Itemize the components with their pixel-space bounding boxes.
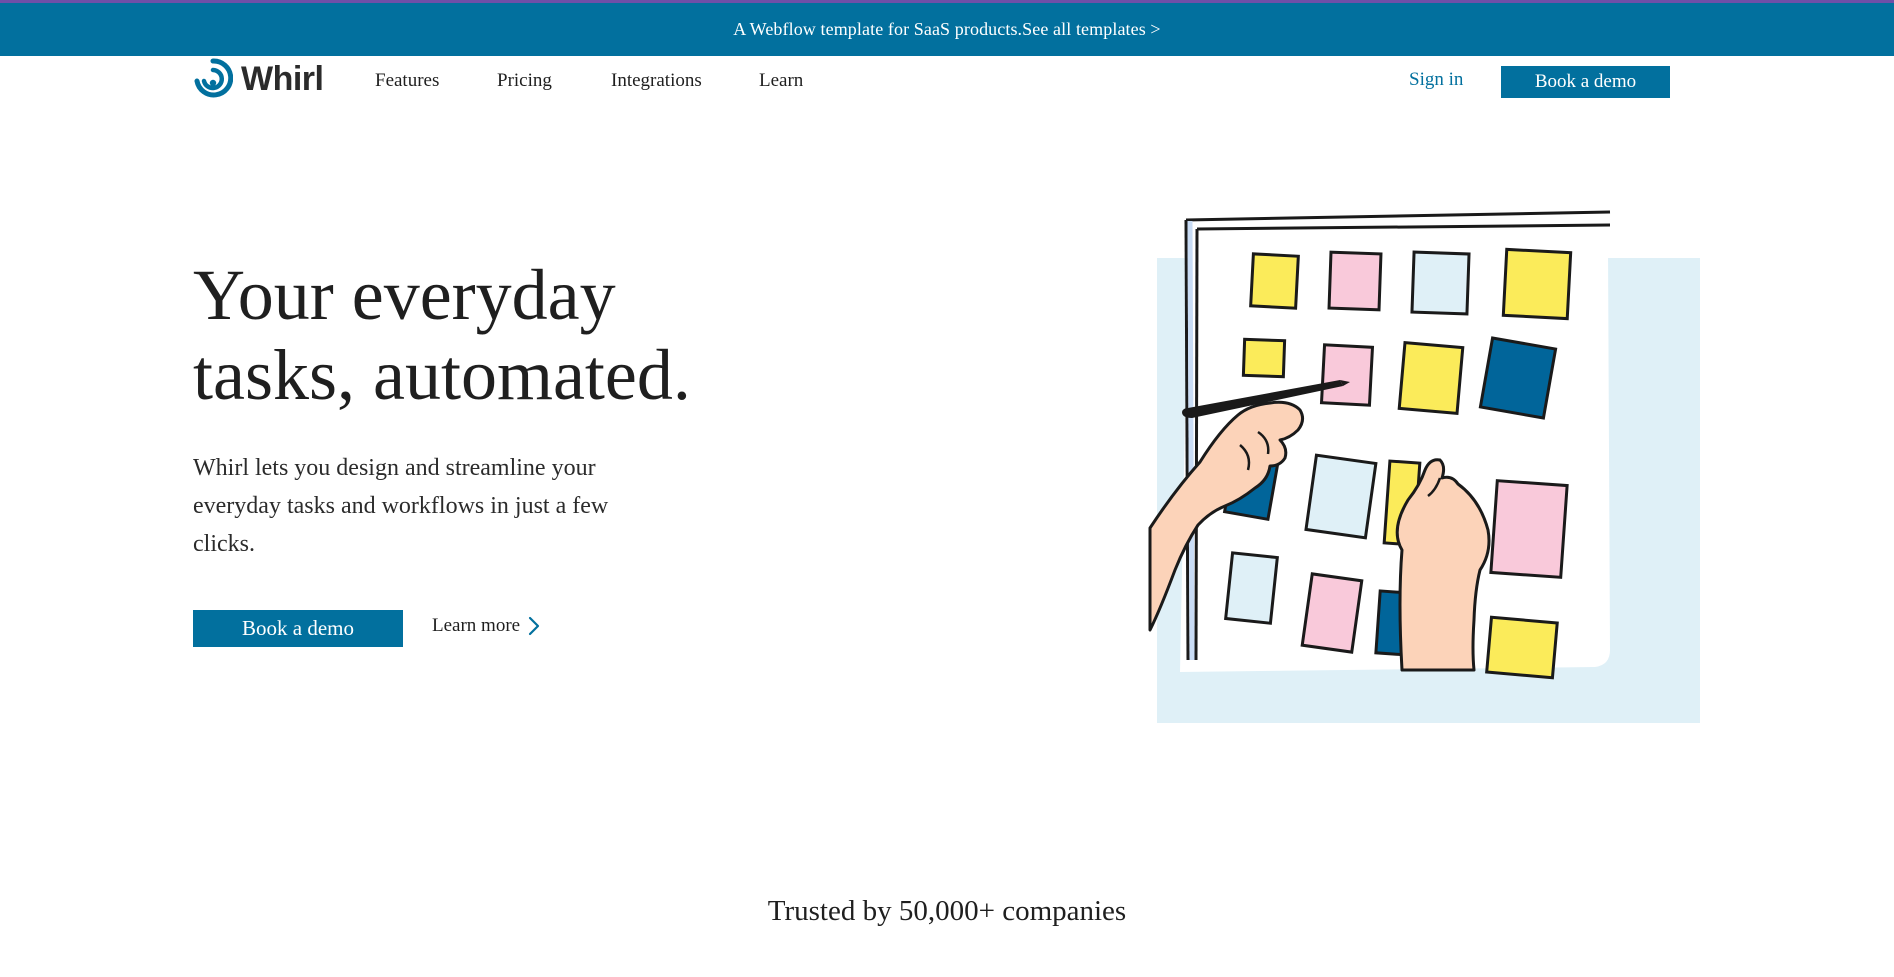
sticky-note xyxy=(1397,340,1465,416)
nav-book-demo-button[interactable]: Book a demo xyxy=(1501,66,1670,98)
sticky-note xyxy=(1224,551,1279,625)
hero-title-line-1: Your everyday xyxy=(193,255,616,335)
trusted-by-heading: Trusted by 50,000+ companies xyxy=(767,895,1127,927)
brand-logo[interactable]: Whirl xyxy=(193,56,324,102)
brand-name: Whirl xyxy=(241,59,324,98)
main-nav: Whirl Features Pricing Integrations Lear… xyxy=(0,56,1894,106)
sticky-note xyxy=(1319,343,1375,407)
nav-link-features[interactable]: Features xyxy=(375,70,439,92)
sticky-note xyxy=(1410,250,1471,316)
announcement-bar: A Webflow template for SaaS products. See… xyxy=(0,0,1894,56)
hero-title-line-2: tasks, automated. xyxy=(193,335,691,415)
nav-link-learn[interactable]: Learn xyxy=(759,70,803,92)
nav-link-integrations[interactable]: Integrations xyxy=(611,70,702,92)
announcement-text: A Webflow template for SaaS products. xyxy=(733,19,1023,39)
sign-in-link[interactable]: Sign in xyxy=(1409,69,1463,91)
whirl-logo-icon xyxy=(194,58,233,98)
hero-title: Your everyday tasks, automated. xyxy=(193,255,793,415)
sticky-note xyxy=(1478,336,1558,420)
hero-book-demo-button[interactable]: Book a demo xyxy=(193,610,403,647)
nav-link-pricing[interactable]: Pricing xyxy=(497,70,552,92)
learn-more-label: Learn more xyxy=(432,615,521,636)
sticky-note xyxy=(1489,479,1569,579)
chevron-right-icon xyxy=(528,616,540,636)
sticky-notes-board-illustration xyxy=(1148,210,1700,723)
see-all-templates-link[interactable]: See all templates > xyxy=(1022,19,1161,40)
hero-subtitle: Whirl lets you design and streamline you… xyxy=(193,455,609,557)
sticky-note xyxy=(1501,247,1573,321)
sticky-note xyxy=(1300,572,1364,654)
sticky-note xyxy=(1249,252,1300,310)
sticky-note xyxy=(1327,250,1383,312)
sticky-note xyxy=(1241,337,1287,379)
sticky-note xyxy=(1485,615,1559,680)
sticky-note xyxy=(1304,453,1378,540)
learn-more-link[interactable]: Learn more xyxy=(432,615,542,637)
